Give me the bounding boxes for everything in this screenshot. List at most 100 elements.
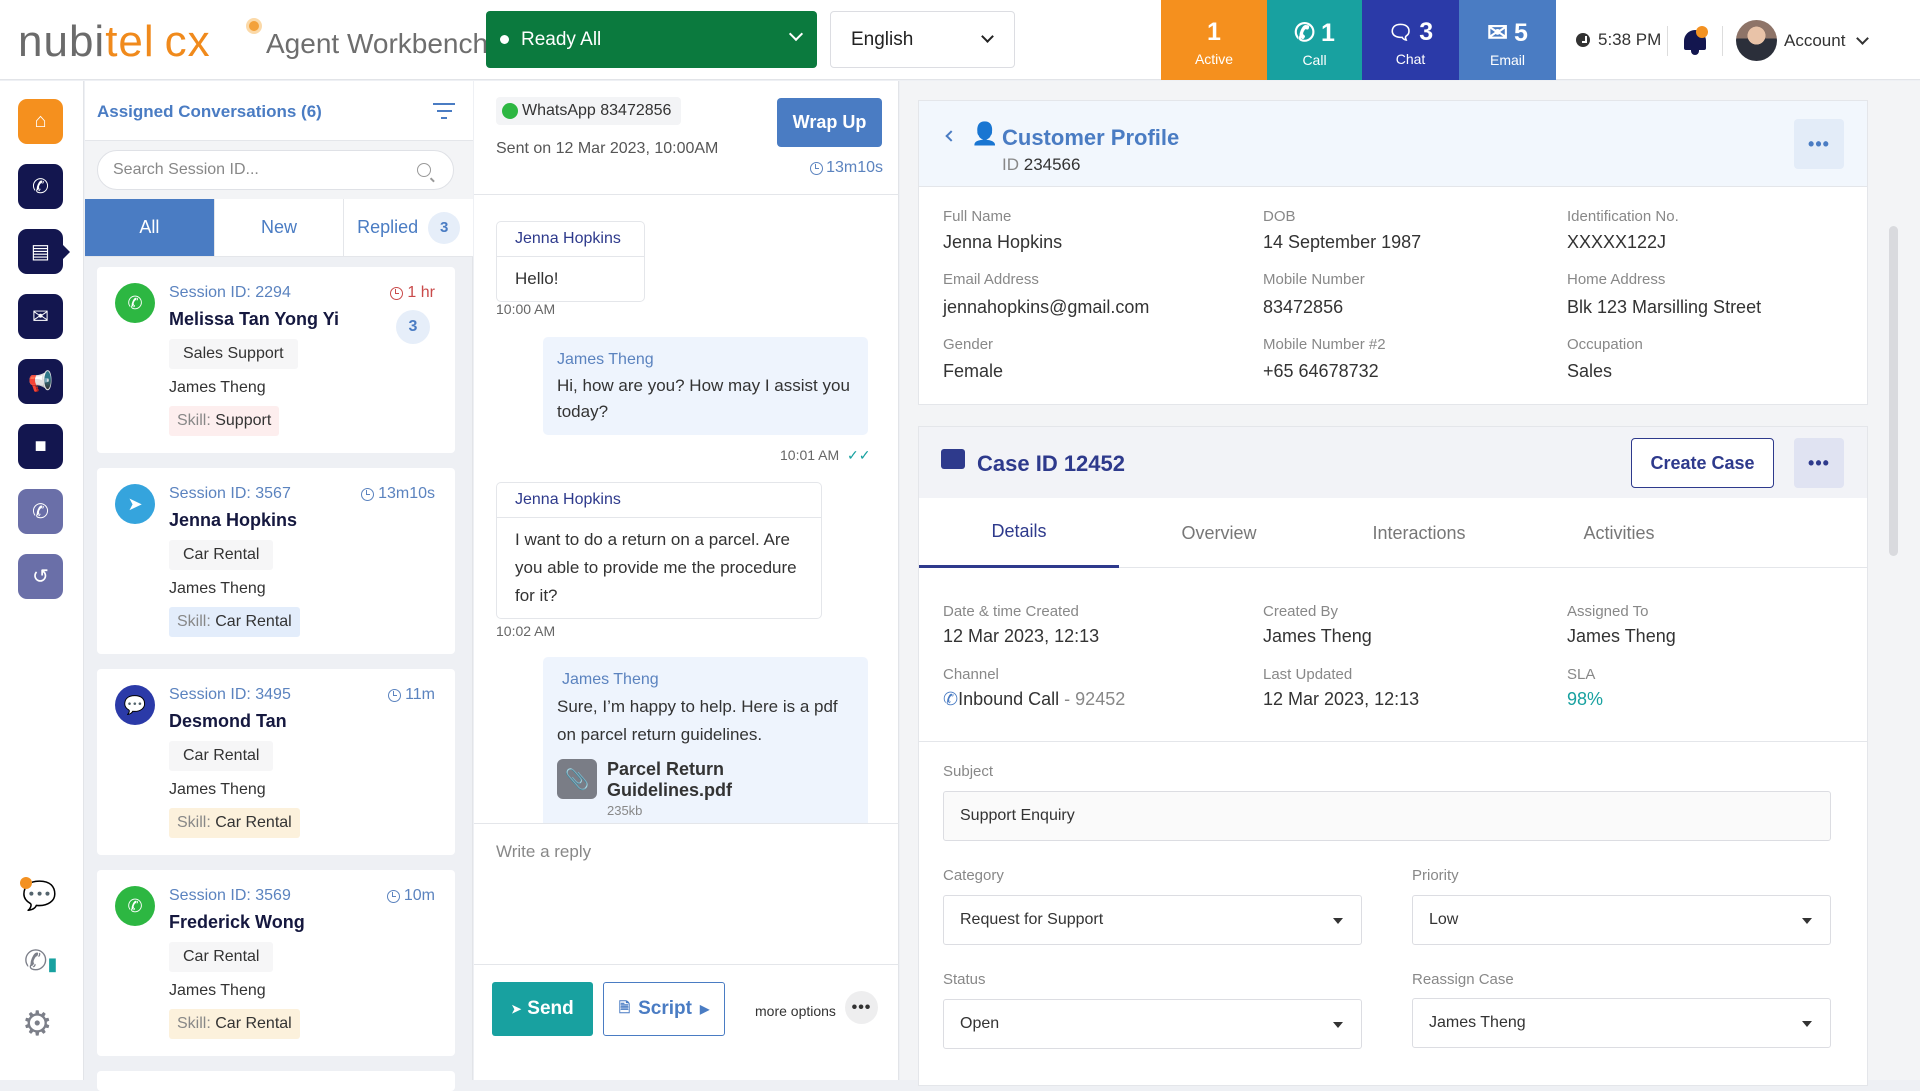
conversation-card[interactable]: ✆ Session ID: 2294 Melissa Tan Yong Yi S… [97, 267, 455, 453]
agent-status-dropdown[interactable]: Ready All [486, 11, 817, 68]
call-stats-icon[interactable]: ✆▮ [24, 944, 57, 977]
field-label: Occupation [1567, 336, 1643, 353]
script-label: Script [638, 998, 692, 1019]
script-button[interactable]: 🗎 Script ▶ [603, 982, 725, 1036]
file-attachment[interactable]: 📎 Parcel Return Guidelines.pdf 235kb [543, 759, 868, 823]
case-header: Case ID 12452 Create Case ••• [919, 427, 1867, 498]
skill-tag: Skill: Support [169, 406, 280, 436]
status-select[interactable]: Open [943, 999, 1362, 1049]
field-label: DOB [1263, 208, 1296, 225]
skill-value: Car Rental [215, 613, 292, 630]
settings-gear-icon[interactable]: ⚙ [22, 1004, 52, 1044]
field-label: Date & time Created [943, 603, 1079, 620]
divider [1722, 26, 1723, 56]
filter-icon[interactable] [433, 103, 455, 124]
avatar[interactable] [1736, 20, 1777, 61]
conversation-card[interactable] [97, 1071, 455, 1091]
status-label: Status [943, 971, 986, 988]
more-options-button[interactable]: ••• [845, 991, 878, 1024]
clock-icon [361, 487, 375, 501]
stat-active[interactable]: 1 Active [1161, 0, 1267, 80]
customer-name: Desmond Tan [169, 711, 287, 731]
wait-timer: 10m [386, 887, 435, 905]
session-search-input[interactable]: Search Session ID... [97, 150, 454, 190]
search-placeholder: Search Session ID... [113, 161, 259, 178]
tab-new[interactable]: New [215, 199, 345, 256]
priority-select[interactable]: Low [1412, 895, 1831, 945]
skill-key: Skill: [177, 814, 211, 831]
chat-panel: WhatsApp 83472856 Sent on 12 Mar 2023, 1… [474, 81, 899, 1080]
subject-input[interactable]: Support Enquiry [943, 791, 1831, 841]
timer-value: 13m10s [826, 159, 883, 176]
tab-details[interactable]: Details [919, 498, 1119, 568]
conversation-list-panel: Assigned Conversations (6) Search Sessio… [85, 81, 473, 1091]
tab-replied[interactable]: Replied 3 [344, 199, 473, 256]
message-sender: Jenna Hopkins [497, 483, 821, 518]
message-sender: Jenna Hopkins [497, 222, 644, 257]
field-value: Blk 123 Marsilling Street [1567, 297, 1762, 317]
create-case-button[interactable]: Create Case [1631, 438, 1774, 488]
queue-tag: Car Rental [169, 741, 274, 771]
field-value: Jenna Hopkins [943, 232, 1063, 252]
notification-bell-icon[interactable] [1682, 26, 1708, 56]
back-chevron-icon[interactable] [945, 130, 957, 142]
chevron-down-icon[interactable] [1856, 32, 1869, 45]
field-label: SLA [1567, 666, 1596, 683]
chat-header: WhatsApp 83472856 Sent on 12 Mar 2023, 1… [474, 81, 899, 195]
customer-name: Melissa Tan Yong Yi [169, 309, 340, 329]
case-card: Case ID 12452 Create Case ••• Details Ov… [918, 426, 1868, 1086]
field-label: Last Updated [1263, 666, 1353, 683]
tab-overview[interactable]: Overview [1119, 498, 1319, 568]
stat-email[interactable]: ✉ 5 Email [1459, 0, 1556, 80]
nav-callback-icon[interactable]: ✆ [18, 489, 63, 534]
search-icon[interactable] [417, 163, 431, 177]
tab-activities[interactable]: Activities [1519, 498, 1719, 568]
outgoing-message: James Theng Hi, how are you? How may I a… [543, 337, 868, 435]
skill-key: Skill: [177, 412, 211, 429]
reply-input[interactable]: Write a reply [474, 823, 899, 965]
conversation-card[interactable]: ✆ Session ID: 3569 Frederick Wong Car Re… [97, 870, 455, 1056]
case-tabs: Details Overview Interactions Activities [919, 498, 1867, 568]
message-text: I want to do a return on a parcel. Are y… [515, 530, 797, 605]
nav-contacts-icon[interactable]: ■ [18, 424, 63, 469]
dropdown-arrow-icon [1333, 918, 1343, 924]
profile-more-button[interactable]: ••• [1794, 119, 1844, 169]
reply-placeholder: Write a reply [496, 842, 592, 861]
nav-email-icon[interactable]: ✉ [18, 294, 63, 339]
nav-campaign-icon[interactable]: 📢 [18, 359, 63, 404]
reassign-select[interactable]: James Theng [1412, 998, 1831, 1048]
session-id: Session ID: 3495 [169, 686, 291, 703]
subject-label: Subject [943, 763, 994, 780]
stat-chat[interactable]: 🗨 3 Chat [1362, 0, 1459, 80]
category-select[interactable]: Request for Support [943, 895, 1362, 945]
stat-call[interactable]: ✆ 1 Call [1267, 0, 1362, 80]
account-menu[interactable]: Account [1784, 31, 1845, 51]
app-title: Agent Workbench [266, 28, 489, 59]
tab-all[interactable]: All [85, 199, 215, 256]
nav-phone-icon[interactable]: ✆ [18, 164, 63, 209]
field-label: Identification No. [1567, 208, 1679, 225]
conversation-list-title: Assigned Conversations (6) [97, 102, 322, 121]
nav-home-icon[interactable]: ⌂ [18, 99, 63, 144]
logo-hex-icon [246, 18, 262, 34]
nav-history-icon[interactable]: ↺ [18, 554, 63, 599]
send-button[interactable]: ➤ Send [492, 982, 593, 1036]
more-options-label: more options [755, 1003, 836, 1019]
conversation-card[interactable]: ➤ Session ID: 3567 Jenna Hopkins Car Ren… [97, 468, 455, 654]
conversations-icon[interactable]: 💬 [20, 877, 57, 912]
wrap-up-button[interactable]: Wrap Up [777, 98, 882, 147]
scrollbar[interactable] [1889, 226, 1898, 556]
category-label: Category [943, 867, 1004, 884]
tab-interactions[interactable]: Interactions [1319, 498, 1519, 568]
session-timer: 13m10s [810, 159, 883, 177]
logo-part: cx [164, 17, 211, 66]
language-dropdown[interactable]: English [830, 11, 1015, 68]
message-sender: James Theng [562, 671, 659, 688]
replied-count-badge: 3 [428, 211, 461, 244]
clock-icon [390, 286, 404, 300]
nav-chat-icon[interactable]: ▤ [18, 229, 70, 274]
case-more-button[interactable]: ••• [1794, 438, 1844, 488]
conversation-card[interactable]: 💬 Session ID: 3495 Desmond Tan Car Renta… [97, 669, 455, 855]
message-time-row: 10:01 AM ✓✓ [780, 447, 871, 464]
whatsapp-icon: ✆ [115, 886, 155, 926]
